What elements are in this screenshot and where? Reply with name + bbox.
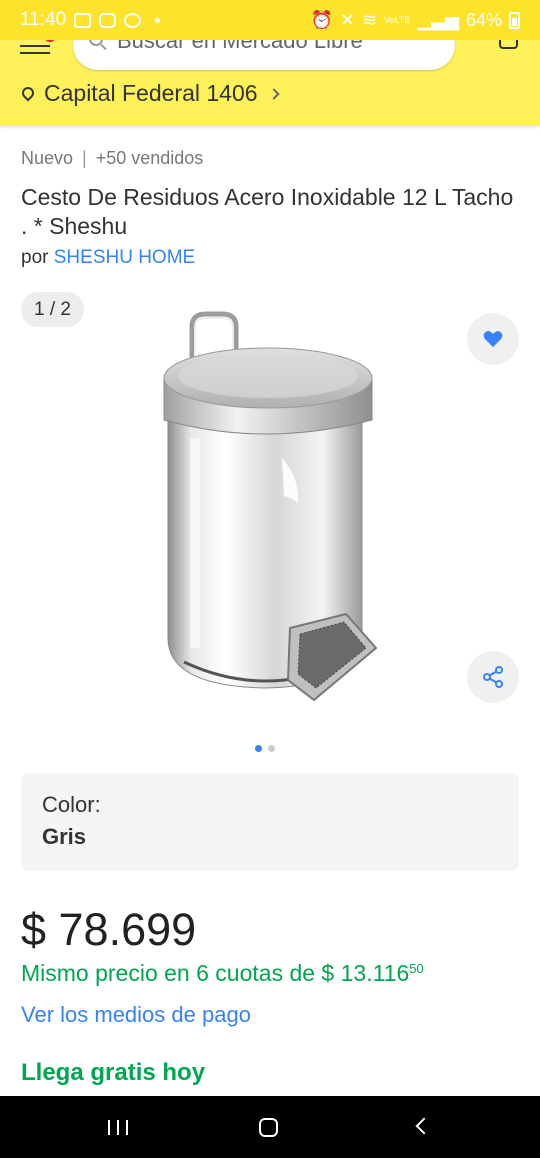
product-subtitle: Nuevo | +50 vendidos: [21, 148, 204, 168]
volte-label: VoLTE: [384, 14, 411, 25]
seller-link[interactable]: SHESHU HOME: [54, 247, 195, 268]
seller-line: por SHESHU HOME: [21, 247, 195, 269]
carousel-dot-active[interactable]: [255, 745, 262, 752]
more-notifications-dot: [155, 17, 161, 23]
heart-icon: [483, 331, 503, 347]
sold-count: +50 vendidos: [95, 148, 204, 168]
location-selector[interactable]: Capital Federal 1406: [19, 80, 280, 107]
installments-text: Mismo precio en 6 cuotas de $ 13.11650: [21, 960, 424, 987]
status-bar: 11:40 ⏰ ✕ ≋ VoLTE ▁▃▅ 64%: [0, 0, 540, 40]
image-counter: 1 / 2: [21, 292, 84, 327]
recents-icon[interactable]: [108, 1120, 128, 1135]
product-title: Cesto De Residuos Acero Inoxidable 12 L …: [21, 184, 514, 239]
condition-label: Nuevo: [21, 148, 74, 168]
color-selector[interactable]: Color: Gris: [21, 773, 519, 871]
seller-prefix: por: [21, 247, 49, 268]
carousel-dot[interactable]: [268, 745, 275, 752]
share-icon: [483, 666, 503, 688]
color-label: Color:: [42, 792, 101, 817]
color-value: Gris: [42, 824, 87, 849]
price: $ 78.699: [21, 904, 197, 955]
favorite-button[interactable]: [467, 313, 519, 365]
battery-icon: [509, 11, 520, 29]
alarm-icon: ⏰: [310, 9, 333, 30]
carousel-dots: [255, 745, 275, 752]
instagram-notification-icon: [99, 12, 117, 28]
home-icon[interactable]: [259, 1118, 278, 1137]
location-pin-icon: [19, 84, 37, 101]
shipping-info: Llega gratis hoy: [21, 1059, 206, 1086]
signal-icon: ▁▃▅: [417, 9, 459, 30]
installments-cents: 50: [409, 961, 424, 976]
chevron-right-icon: [267, 87, 280, 100]
wifi-icon: ≋: [361, 9, 378, 30]
mute-icon: ✕: [339, 9, 355, 30]
product-image[interactable]: [150, 308, 395, 723]
installments-amount: Mismo precio en 6 cuotas de $ 13.116: [21, 960, 410, 986]
location-text: Capital Federal 1406: [44, 80, 258, 106]
app-notification-icon: [124, 12, 142, 28]
payment-methods-link[interactable]: Ver los medios de pago: [21, 1002, 251, 1028]
gallery-notification-icon: [74, 12, 92, 28]
battery-percent: 64%: [465, 9, 502, 30]
system-nav-bar: [0, 1096, 540, 1158]
share-button[interactable]: [467, 651, 519, 703]
status-time: 11:40: [20, 9, 67, 30]
back-icon[interactable]: [415, 1117, 433, 1135]
